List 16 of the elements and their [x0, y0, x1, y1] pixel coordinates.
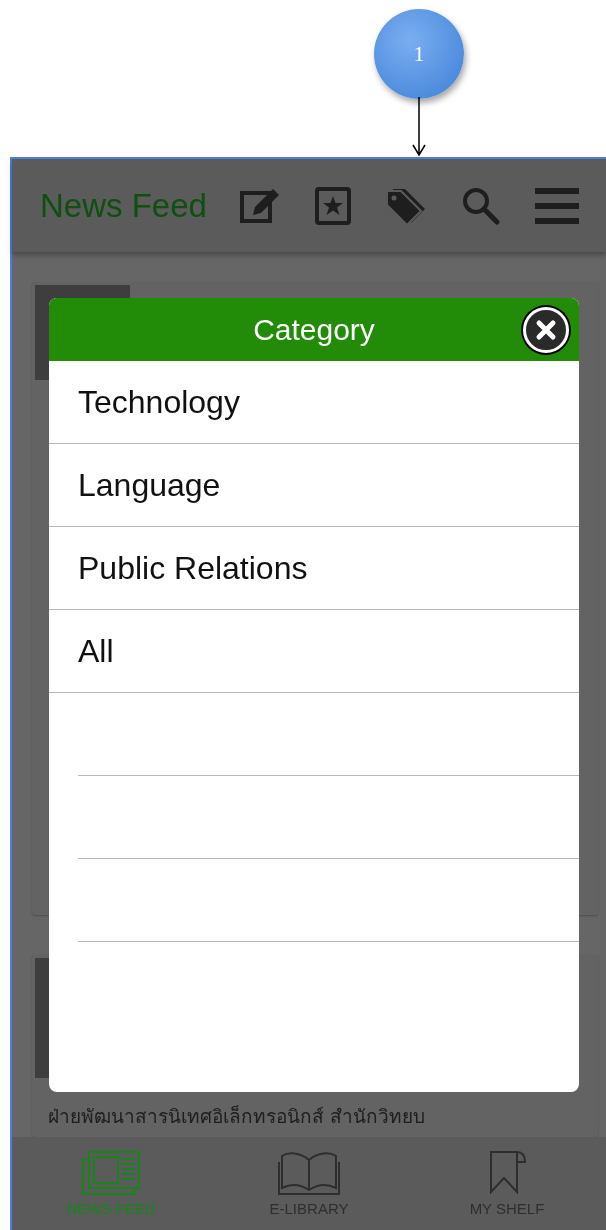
newspaper-icon: [81, 1150, 141, 1196]
pointer-arrow: [412, 97, 426, 157]
category-item[interactable]: Public Relations: [49, 527, 579, 610]
dialog-title: Category: [253, 312, 375, 347]
close-button[interactable]: [523, 307, 569, 353]
category-item[interactable]: All: [49, 610, 579, 693]
bookmark-icon: [487, 1150, 527, 1196]
page-title: News Feed: [40, 186, 207, 225]
step-number-badge: 1: [374, 9, 464, 99]
open-book-icon: [278, 1150, 340, 1196]
category-item[interactable]: Technology: [49, 361, 579, 444]
star-bookmark-icon[interactable]: [314, 186, 351, 225]
search-icon[interactable]: [460, 185, 501, 226]
category-item[interactable]: Language: [49, 444, 579, 527]
menu-icon[interactable]: [534, 185, 579, 226]
news-snippet: ฝ่ายพัฒนาสารนิเทศอิเล็กทรอนิกส์ สำนักวิทยบ: [48, 1104, 426, 1129]
